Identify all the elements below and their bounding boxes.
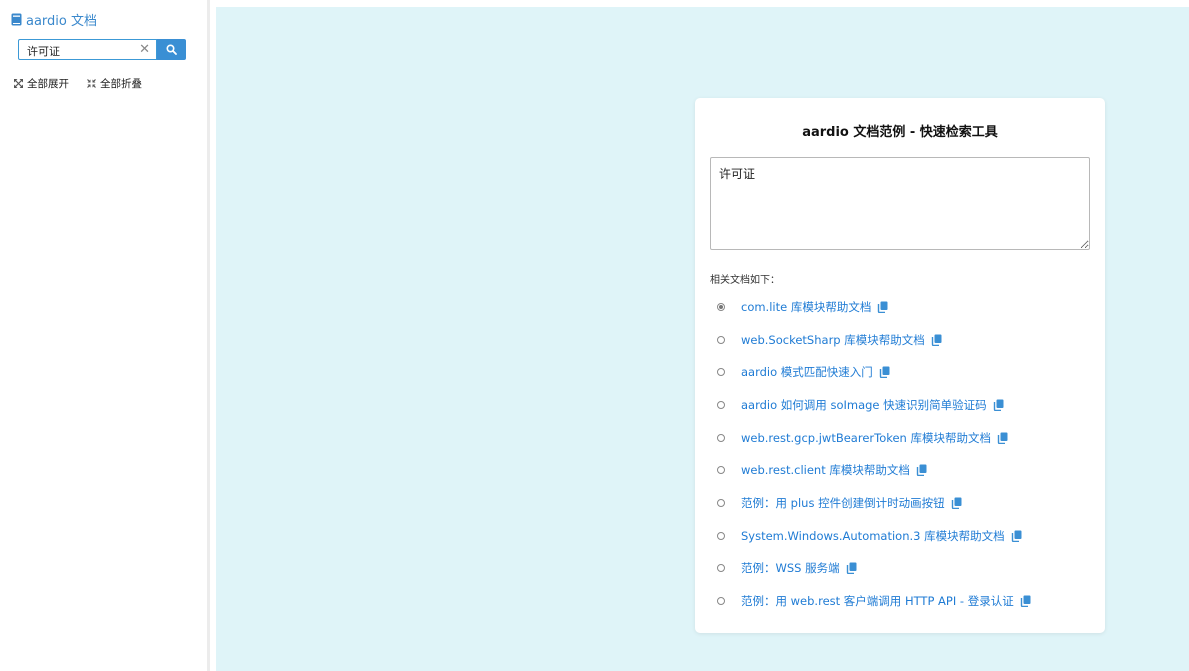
copy-icon[interactable]: [879, 366, 890, 379]
related-label: 相关文档如下：: [710, 275, 780, 286]
result-radio[interactable]: [717, 368, 725, 377]
search-button[interactable]: [157, 39, 186, 60]
copy-icon[interactable]: [916, 464, 927, 477]
search-input[interactable]: [19, 41, 156, 61]
search-box: ✕: [18, 39, 186, 61]
result-item[interactable]: 范例：WSS 服务端: [717, 557, 1031, 590]
app-title-text: aardio 文档: [26, 13, 97, 29]
collapse-icon: [87, 79, 96, 88]
result-item[interactable]: web.SocketSharp 库模块帮助文档: [717, 328, 1031, 361]
result-link[interactable]: web.SocketSharp 库模块帮助文档: [741, 332, 925, 348]
result-link[interactable]: 范例：WSS 服务端: [741, 560, 840, 576]
copy-icon[interactable]: [1011, 530, 1022, 542]
results-list: com.lite 库模块帮助文档 web.SocketSharp 库模块帮助文档 a…: [717, 295, 1031, 622]
result-link[interactable]: 范例：用 plus 控件创建倒计时动画按钮: [741, 495, 945, 511]
result-radio[interactable]: [717, 564, 725, 573]
result-item[interactable]: web.rest.client 库模块帮助文档: [717, 458, 1031, 491]
result-item[interactable]: web.rest.gcp.jwtBearerToken 库模块帮助文档: [717, 426, 1031, 459]
copy-icon[interactable]: [877, 301, 888, 313]
result-item[interactable]: com.lite 库模块帮助文档: [717, 295, 1031, 328]
search-icon: [166, 44, 177, 55]
copy-icon[interactable]: [951, 497, 962, 509]
result-radio[interactable]: [717, 335, 725, 344]
result-link[interactable]: com.lite 库模块帮助文档: [741, 299, 871, 315]
search-input-wrap: ✕: [18, 39, 157, 61]
card-title: aardio 文档范例 - 快速检索工具: [802, 125, 998, 140]
sidebar: aardio 文档 ✕ 全部展开 全部折叠: [0, 0, 207, 671]
copy-icon[interactable]: [931, 334, 942, 346]
query-textarea[interactable]: 许可证: [710, 157, 1090, 250]
copy-icon[interactable]: [993, 399, 1004, 411]
result-radio[interactable]: [717, 302, 725, 311]
main-content: aardio 文档范例 - 快速检索工具 许可证 相关文档如下： com.lit…: [216, 7, 1189, 671]
book-icon: [11, 13, 22, 25]
copy-icon[interactable]: [846, 562, 857, 575]
app-title[interactable]: aardio 文档: [11, 10, 97, 29]
result-radio[interactable]: [717, 433, 725, 442]
result-item[interactable]: aardio 模式匹配快速入门: [717, 360, 1031, 393]
result-item[interactable]: 范例：用 web.rest 客户端调用 HTTP API - 登录认证: [717, 589, 1031, 622]
result-link[interactable]: aardio 模式匹配快速入门: [741, 364, 873, 380]
search-card: aardio 文档范例 - 快速检索工具 许可证 相关文档如下： com.lit…: [695, 98, 1105, 633]
result-item[interactable]: aardio 如何调用 soImage 快速识别简单验证码: [717, 393, 1031, 426]
result-radio[interactable]: [717, 531, 725, 540]
result-link[interactable]: System.Windows.Automation.3 库模块帮助文档: [741, 528, 1005, 544]
result-link[interactable]: web.rest.gcp.jwtBearerToken 库模块帮助文档: [741, 430, 991, 446]
copy-icon[interactable]: [997, 432, 1008, 444]
result-link[interactable]: web.rest.client 库模块帮助文档: [741, 462, 910, 478]
result-link[interactable]: 范例：用 web.rest 客户端调用 HTTP API - 登录认证: [741, 593, 1014, 609]
result-item[interactable]: System.Windows.Automation.3 库模块帮助文档: [717, 524, 1031, 557]
expand-all-button[interactable]: 全部展开: [14, 76, 69, 91]
result-item[interactable]: 范例：用 plus 控件创建倒计时动画按钮: [717, 491, 1031, 524]
result-link[interactable]: aardio 如何调用 soImage 快速识别简单验证码: [741, 397, 987, 413]
copy-icon[interactable]: [1020, 595, 1031, 608]
result-radio[interactable]: [717, 466, 725, 475]
expand-icon: [14, 79, 23, 88]
result-radio[interactable]: [717, 597, 725, 606]
result-radio[interactable]: [717, 400, 725, 409]
tree-actions: 全部展开 全部折叠: [14, 76, 142, 91]
collapse-all-label: 全部折叠: [100, 78, 142, 90]
expand-all-label: 全部展开: [27, 78, 69, 90]
collapse-all-button[interactable]: 全部折叠: [87, 76, 142, 91]
close-icon[interactable]: ✕: [139, 42, 150, 57]
result-radio[interactable]: [717, 498, 725, 507]
sidebar-divider[interactable]: [207, 0, 210, 671]
